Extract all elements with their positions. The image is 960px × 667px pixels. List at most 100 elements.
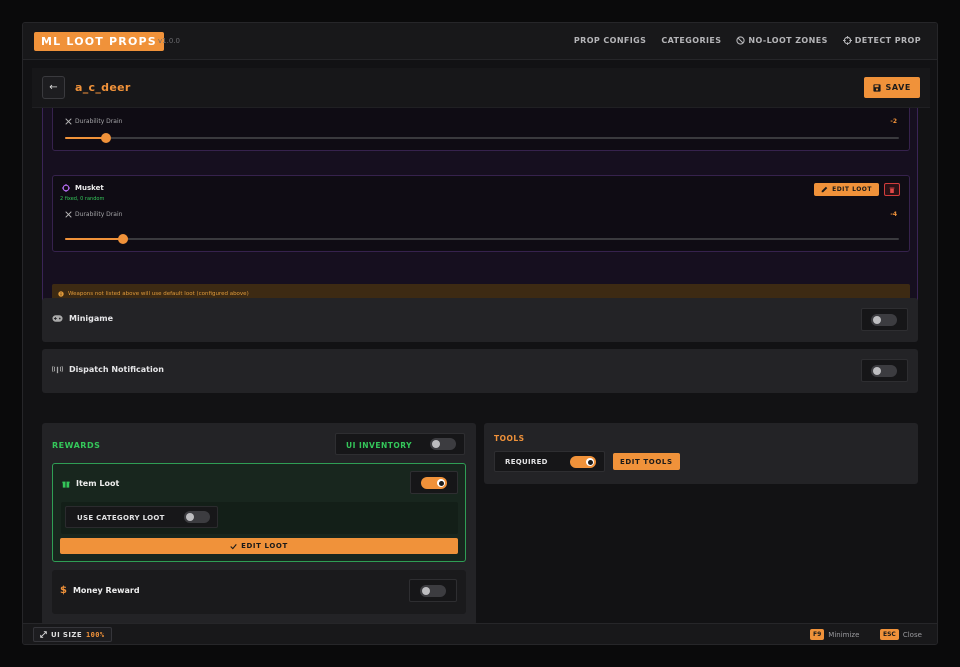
- edit-loot-button[interactable]: EDIT LOOT: [60, 538, 458, 554]
- use-category-loot-label: USE CATEGORY LOOT: [77, 514, 165, 522]
- prop-header: ← a_c_deer SAVE: [32, 68, 930, 108]
- money-reward-label: $ Money Reward: [60, 585, 140, 596]
- shortcut-key: ESC: [880, 629, 899, 640]
- nav-detect-prop[interactable]: DETECT PROP: [842, 36, 921, 45]
- rewards-panel: REWARDS UI INVENTORY Item Loot USE CATEG…: [42, 423, 476, 623]
- ui-inventory-label: UI INVENTORY: [346, 441, 413, 450]
- toggle-knob: [873, 367, 881, 375]
- minigame-card: Minigame: [42, 298, 918, 342]
- dollar-icon: $: [60, 585, 67, 596]
- toggle-knob: [186, 513, 194, 521]
- item-loot-label-text: Item Loot: [76, 479, 120, 488]
- slider-handle[interactable]: [118, 234, 128, 244]
- shortcut-key: F9: [810, 629, 825, 640]
- toggle-knob: [432, 440, 440, 448]
- crosshair-icon: [62, 184, 70, 192]
- required-toggle[interactable]: [570, 456, 596, 468]
- durability-drain-label: Durability Drain: [65, 211, 122, 218]
- tools-panel: TOOLS REQUIRED EDIT TOOLS: [484, 423, 918, 484]
- edit-tools-button[interactable]: EDIT TOOLS: [613, 453, 680, 470]
- broadcast-tower-icon: [52, 365, 63, 374]
- minigame-label-text: Minigame: [69, 314, 114, 323]
- use-category-loot-toggle[interactable]: [184, 511, 210, 523]
- durability-drain-text: Durability Drain: [75, 211, 123, 218]
- app-version: v1.0.0: [158, 37, 180, 45]
- durability-drain-value: -2: [890, 118, 897, 125]
- weapon-summary: 2 fixed, 0 random: [60, 196, 105, 202]
- nav-no-loot-zones-label: NO-LOOT ZONES: [748, 36, 828, 45]
- minigame-label: Minigame: [52, 314, 113, 323]
- shortcut-label: Close: [902, 630, 922, 639]
- save-button[interactable]: SAVE: [863, 77, 920, 98]
- toggle-knob: [422, 587, 430, 595]
- money-reward-toggle[interactable]: [420, 585, 446, 597]
- info-icon: [58, 290, 64, 297]
- nav-categories-label: CATEGORIES: [661, 36, 722, 45]
- weapon-name-text: Musket: [75, 184, 104, 192]
- nav-categories[interactable]: CATEGORIES: [661, 36, 721, 45]
- dispatch-toggle[interactable]: [871, 365, 897, 377]
- back-button[interactable]: ←: [42, 76, 65, 99]
- toggle-knob: [437, 479, 445, 487]
- minigame-toggle-box: [861, 308, 908, 331]
- nav-no-loot-zones[interactable]: NO-LOOT ZONES: [736, 36, 827, 45]
- notice-text: Weapons not listed above will use defaul…: [68, 290, 249, 297]
- delete-weapon-button[interactable]: [884, 183, 900, 196]
- category-loot-row: USE CATEGORY LOOT: [61, 502, 458, 534]
- toggle-knob: [873, 316, 881, 324]
- nav-detect-prop-label: DETECT PROP: [854, 36, 921, 45]
- shortcut-minimize: F9 Minimize: [810, 629, 859, 640]
- ui-inventory-toggle-box: UI INVENTORY: [335, 433, 465, 455]
- slider-fill: [65, 238, 123, 240]
- edit-icon: [821, 186, 828, 193]
- main-nav: PROP CONFIGS CATEGORIES NO-LOOT ZONES DE…: [574, 36, 921, 45]
- ban-icon: [736, 36, 746, 45]
- slider-fill: [65, 137, 106, 139]
- dispatch-toggle-box: [861, 359, 908, 382]
- money-reward-toggle-box: [409, 579, 457, 602]
- save-label: SAVE: [885, 83, 911, 92]
- tools-title: TOOLS: [494, 434, 525, 443]
- durability-slider[interactable]: [65, 234, 899, 244]
- footer-bar: UI SIZE 100% F9 Minimize ESC Close: [23, 623, 937, 644]
- nav-prop-configs-label: PROP CONFIGS: [573, 36, 647, 45]
- edit-loot-button[interactable]: EDIT LOOT: [814, 183, 879, 196]
- item-loot-toggle-box: [410, 471, 458, 494]
- slider-handle[interactable]: [101, 133, 111, 143]
- tools-icon: [65, 211, 72, 218]
- shortcut-close: ESC Close: [880, 629, 922, 640]
- durability-slider[interactable]: [65, 133, 899, 143]
- shortcut-label: Minimize: [828, 630, 860, 639]
- nav-prop-configs[interactable]: PROP CONFIGS: [574, 36, 646, 45]
- edit-loot-label: EDIT LOOT: [241, 542, 288, 550]
- trash-icon: [889, 187, 895, 193]
- dispatch-label-text: Dispatch Notification: [69, 365, 164, 374]
- arrow-left-icon: ←: [49, 82, 58, 93]
- rewards-title: REWARDS: [52, 441, 101, 450]
- money-reward-card: $ Money Reward: [52, 570, 466, 614]
- content-scroll-area[interactable]: ← a_c_deer SAVE EDIT LOOT 2 fixed, 1 ran…: [23, 61, 937, 623]
- item-loot-toggle[interactable]: [421, 477, 447, 489]
- tools-icon: [65, 118, 72, 125]
- weapon-name: Musket: [62, 184, 104, 192]
- dispatch-label: Dispatch Notification: [52, 365, 164, 374]
- ui-size-button[interactable]: UI SIZE 100%: [33, 627, 112, 642]
- item-loot-label: Item Loot: [62, 479, 119, 488]
- app-logo: ML LOOT PROPS: [34, 32, 164, 51]
- weapon-card: Musket EDIT LOOT 2 fixed, 0 random Durab…: [52, 175, 910, 252]
- top-bar: ML LOOT PROPS v1.0.0 PROP CONFIGS CATEGO…: [23, 23, 937, 60]
- money-reward-label-text: Money Reward: [72, 586, 140, 595]
- prop-title: a_c_deer: [75, 81, 131, 94]
- ui-inventory-toggle[interactable]: [430, 438, 456, 450]
- required-toggle-box: REQUIRED: [494, 451, 605, 472]
- ui-size-label: UI SIZE: [51, 630, 83, 639]
- gift-icon: [62, 481, 70, 488]
- minigame-toggle[interactable]: [871, 314, 897, 326]
- floppy-disk-icon: [872, 83, 881, 92]
- durability-drain-text: Durability Drain: [75, 118, 123, 125]
- durability-drain-value: -4: [890, 211, 897, 218]
- check-icon: [230, 543, 237, 549]
- dispatch-card: Dispatch Notification: [42, 349, 918, 393]
- crosshair-icon: [842, 36, 852, 45]
- durability-drain-label: Durability Drain: [65, 118, 122, 125]
